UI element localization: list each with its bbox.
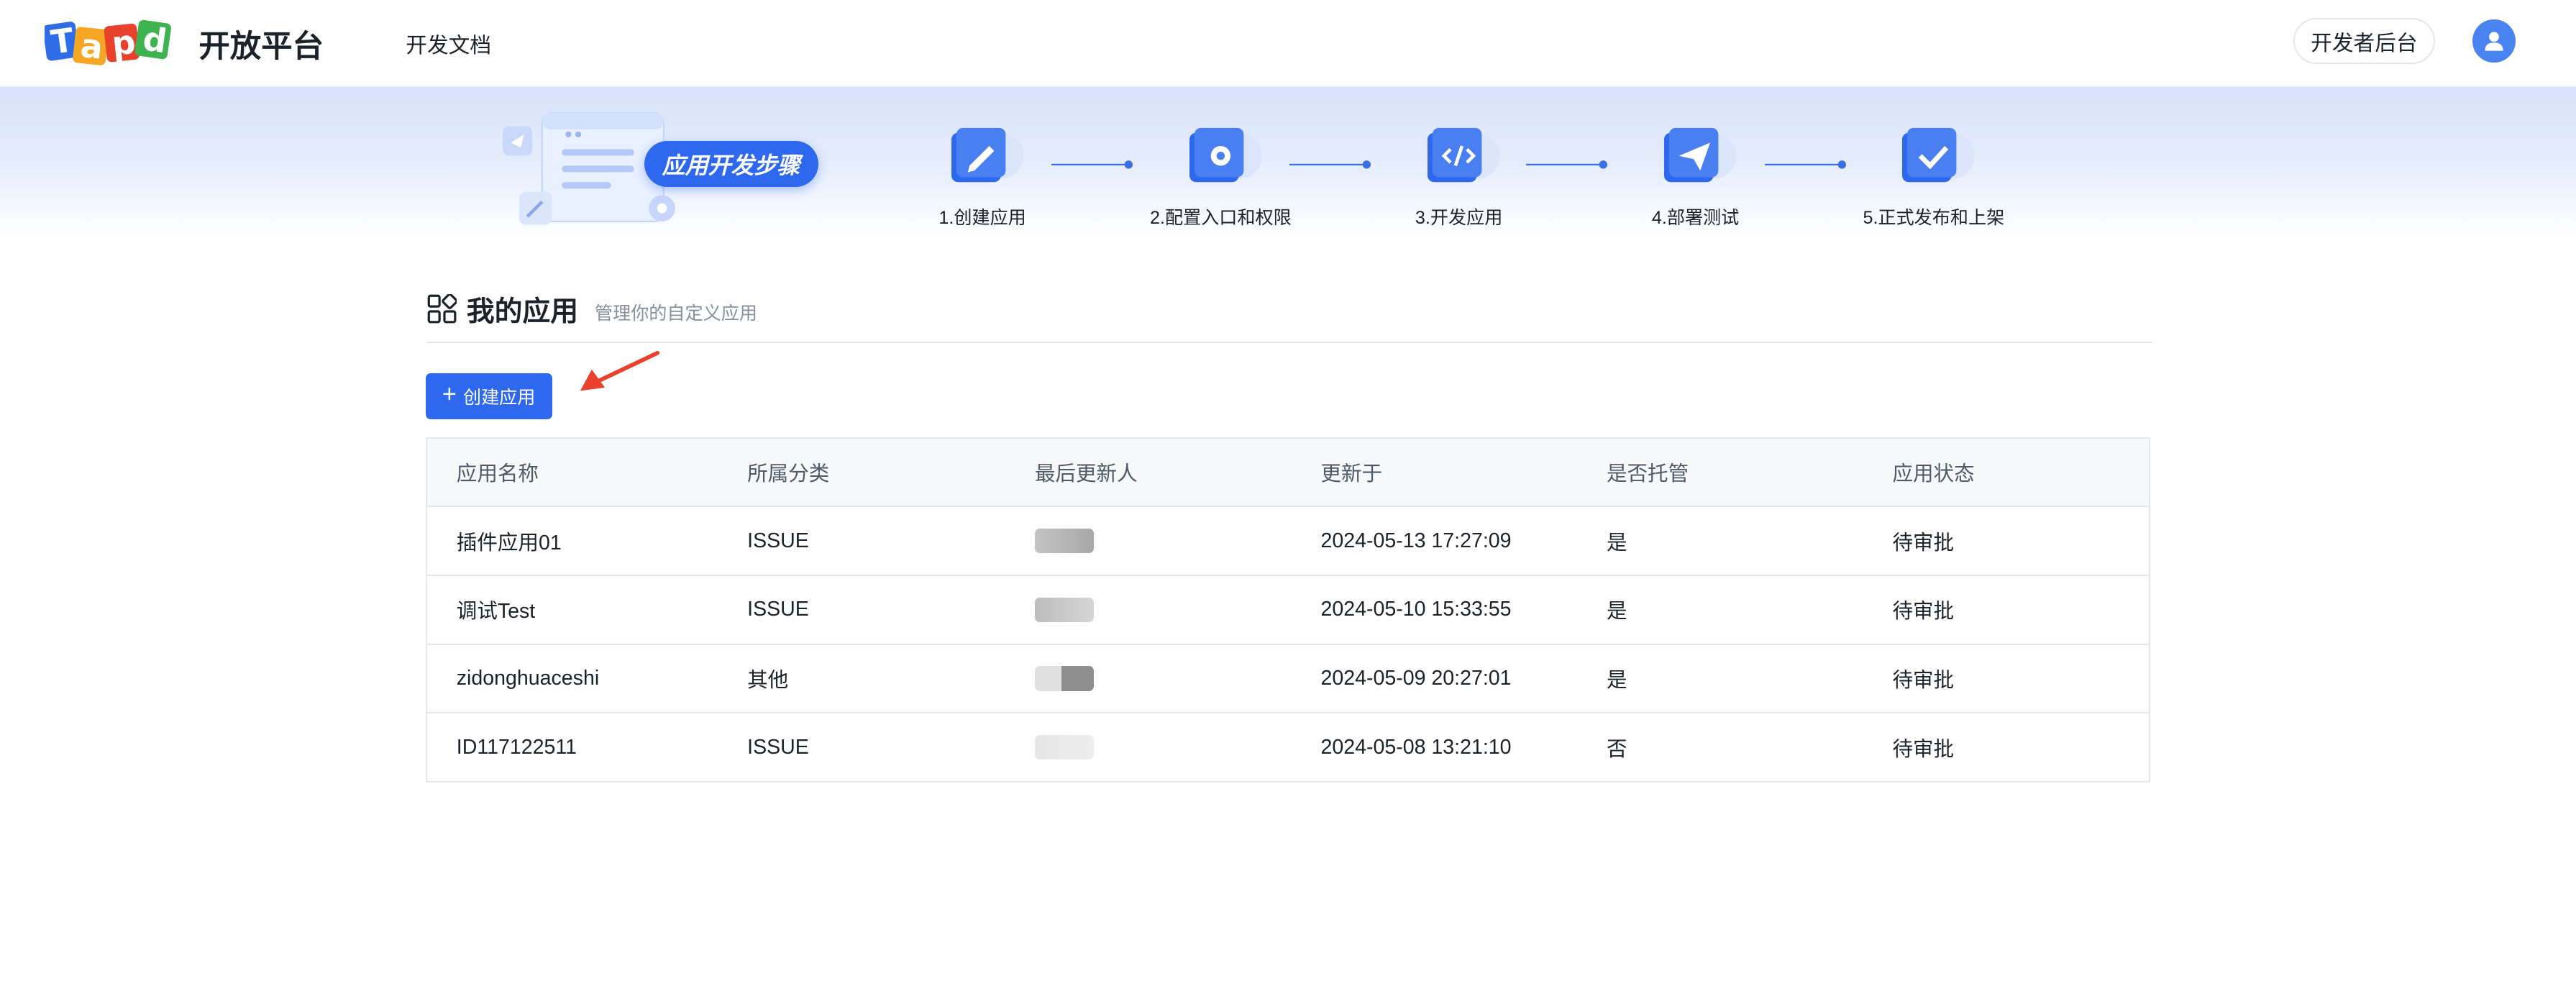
app-name[interactable]: 调试Test: [457, 576, 535, 644]
step-label: 1.创建应用: [938, 208, 1026, 229]
app-status: 待审批: [1892, 737, 1955, 761]
app-category: ISSUE: [747, 598, 809, 621]
updated-at: 2024-05-08 13:21:10: [1320, 735, 1512, 759]
app-name[interactable]: ID117122511: [457, 713, 577, 781]
nav-docs-link[interactable]: 开发文档: [406, 28, 491, 59]
top-bar: T a p d 开放平台 开发文档 开发者后台: [0, 0, 2576, 87]
column-header-hosted: 是否托管: [1606, 462, 1689, 485]
user-avatar[interactable]: [2472, 19, 2516, 63]
my-apps-header: 我的应用 管理你的自定义应用: [427, 289, 2152, 329]
apps-table: 应用名称 所属分类 最后更新人 更新于 是否托管 应用状态 插件应用01 ISS…: [425, 437, 2151, 782]
create-app-label: 创建应用: [462, 387, 536, 408]
code-icon: [1428, 128, 1500, 183]
updater-redacted: [1034, 507, 1095, 575]
developer-console-button[interactable]: 开发者后台: [2293, 18, 2435, 65]
updated-at: 2024-05-10 15:33:55: [1320, 598, 1512, 621]
step-label: 2.配置入口和权限: [1150, 208, 1292, 229]
annotation-arrow-icon: [580, 351, 659, 391]
hosted: 是: [1606, 600, 1627, 624]
updater-redacted: [1034, 645, 1095, 713]
table-row[interactable]: 调试Test ISSUE 2024-05-10 15:33:55 是 待审批: [426, 576, 2150, 645]
step-connector: [1289, 160, 1371, 169]
step-connector: [1526, 160, 1608, 169]
app-name[interactable]: zidonghuaceshi: [457, 645, 599, 713]
page: T a p d 开放平台 开发文档 开发者后台 应用开发步骤 1.创建应用 2.…: [0, 0, 2576, 986]
column-header-status: 应用状态: [1892, 462, 1975, 485]
app-name[interactable]: 插件应用01: [457, 507, 562, 575]
step-label: 5.正式发布和上架: [1863, 208, 2005, 229]
divider: [426, 342, 2152, 344]
hosted: 是: [1606, 531, 1627, 554]
page-subtitle: 管理你的自定义应用: [594, 303, 757, 324]
paper-plane-icon: [1664, 128, 1737, 183]
column-header-name: 应用名称: [456, 462, 539, 485]
user-icon: [2485, 32, 2503, 51]
app-status: 待审批: [1892, 668, 1955, 692]
tapd-logo[interactable]: T a p d: [44, 17, 173, 69]
apps-grid-icon: [427, 293, 457, 324]
app-category: ISSUE: [747, 529, 809, 552]
plus-icon: +: [442, 380, 457, 408]
dev-steps-title: 应用开发步骤: [644, 141, 818, 188]
column-header-updater: 最后更新人: [1034, 462, 1138, 485]
updated-at: 2024-05-13 17:27:09: [1320, 529, 1512, 552]
hosted: 是: [1606, 668, 1627, 692]
page-title: 我的应用: [466, 296, 579, 328]
dev-steps-banner: 应用开发步骤 1.创建应用 2.配置入口和权限 3.开发应用 4.部署测试 5.…: [0, 87, 2576, 239]
step-label: 4.部署测试: [1651, 208, 1740, 229]
app-status: 待审批: [1892, 531, 1955, 554]
platform-title: 开放平台: [198, 29, 324, 64]
table-row[interactable]: zidonghuaceshi 其他 2024-05-09 20:27:01 是 …: [426, 645, 2150, 714]
step-connector: [1764, 160, 1846, 169]
svg-text:p: p: [110, 23, 137, 63]
step-publish: 5.正式发布和上架: [1835, 87, 2032, 238]
table-row[interactable]: ID117122511 ISSUE 2024-05-08 13:21:10 否 …: [427, 713, 2150, 781]
table-header: 应用名称 所属分类 最后更新人 更新于 是否托管 应用状态: [426, 438, 2150, 508]
create-app-button[interactable]: + 创建应用: [425, 373, 552, 419]
step-connector: [1051, 160, 1133, 169]
table-row[interactable]: 插件应用01 ISSUE 2024-05-13 17:27:09 是 待审批: [426, 507, 2150, 576]
svg-text:a: a: [78, 27, 104, 67]
column-header-updated-at: 更新于: [1320, 462, 1383, 485]
updater-redacted: [1034, 713, 1095, 781]
check-icon: [1902, 128, 1975, 183]
app-status: 待审批: [1892, 600, 1955, 624]
updated-at: 2024-05-09 20:27:01: [1320, 666, 1512, 690]
column-header-category: 所属分类: [747, 462, 830, 485]
pencil-icon: [951, 128, 1024, 183]
step-label: 3.开发应用: [1415, 208, 1503, 229]
app-category: ISSUE: [747, 735, 809, 759]
updater-redacted: [1034, 576, 1095, 644]
gear-icon: [1189, 128, 1262, 183]
app-category: 其他: [747, 668, 789, 692]
hosted: 否: [1606, 737, 1627, 761]
